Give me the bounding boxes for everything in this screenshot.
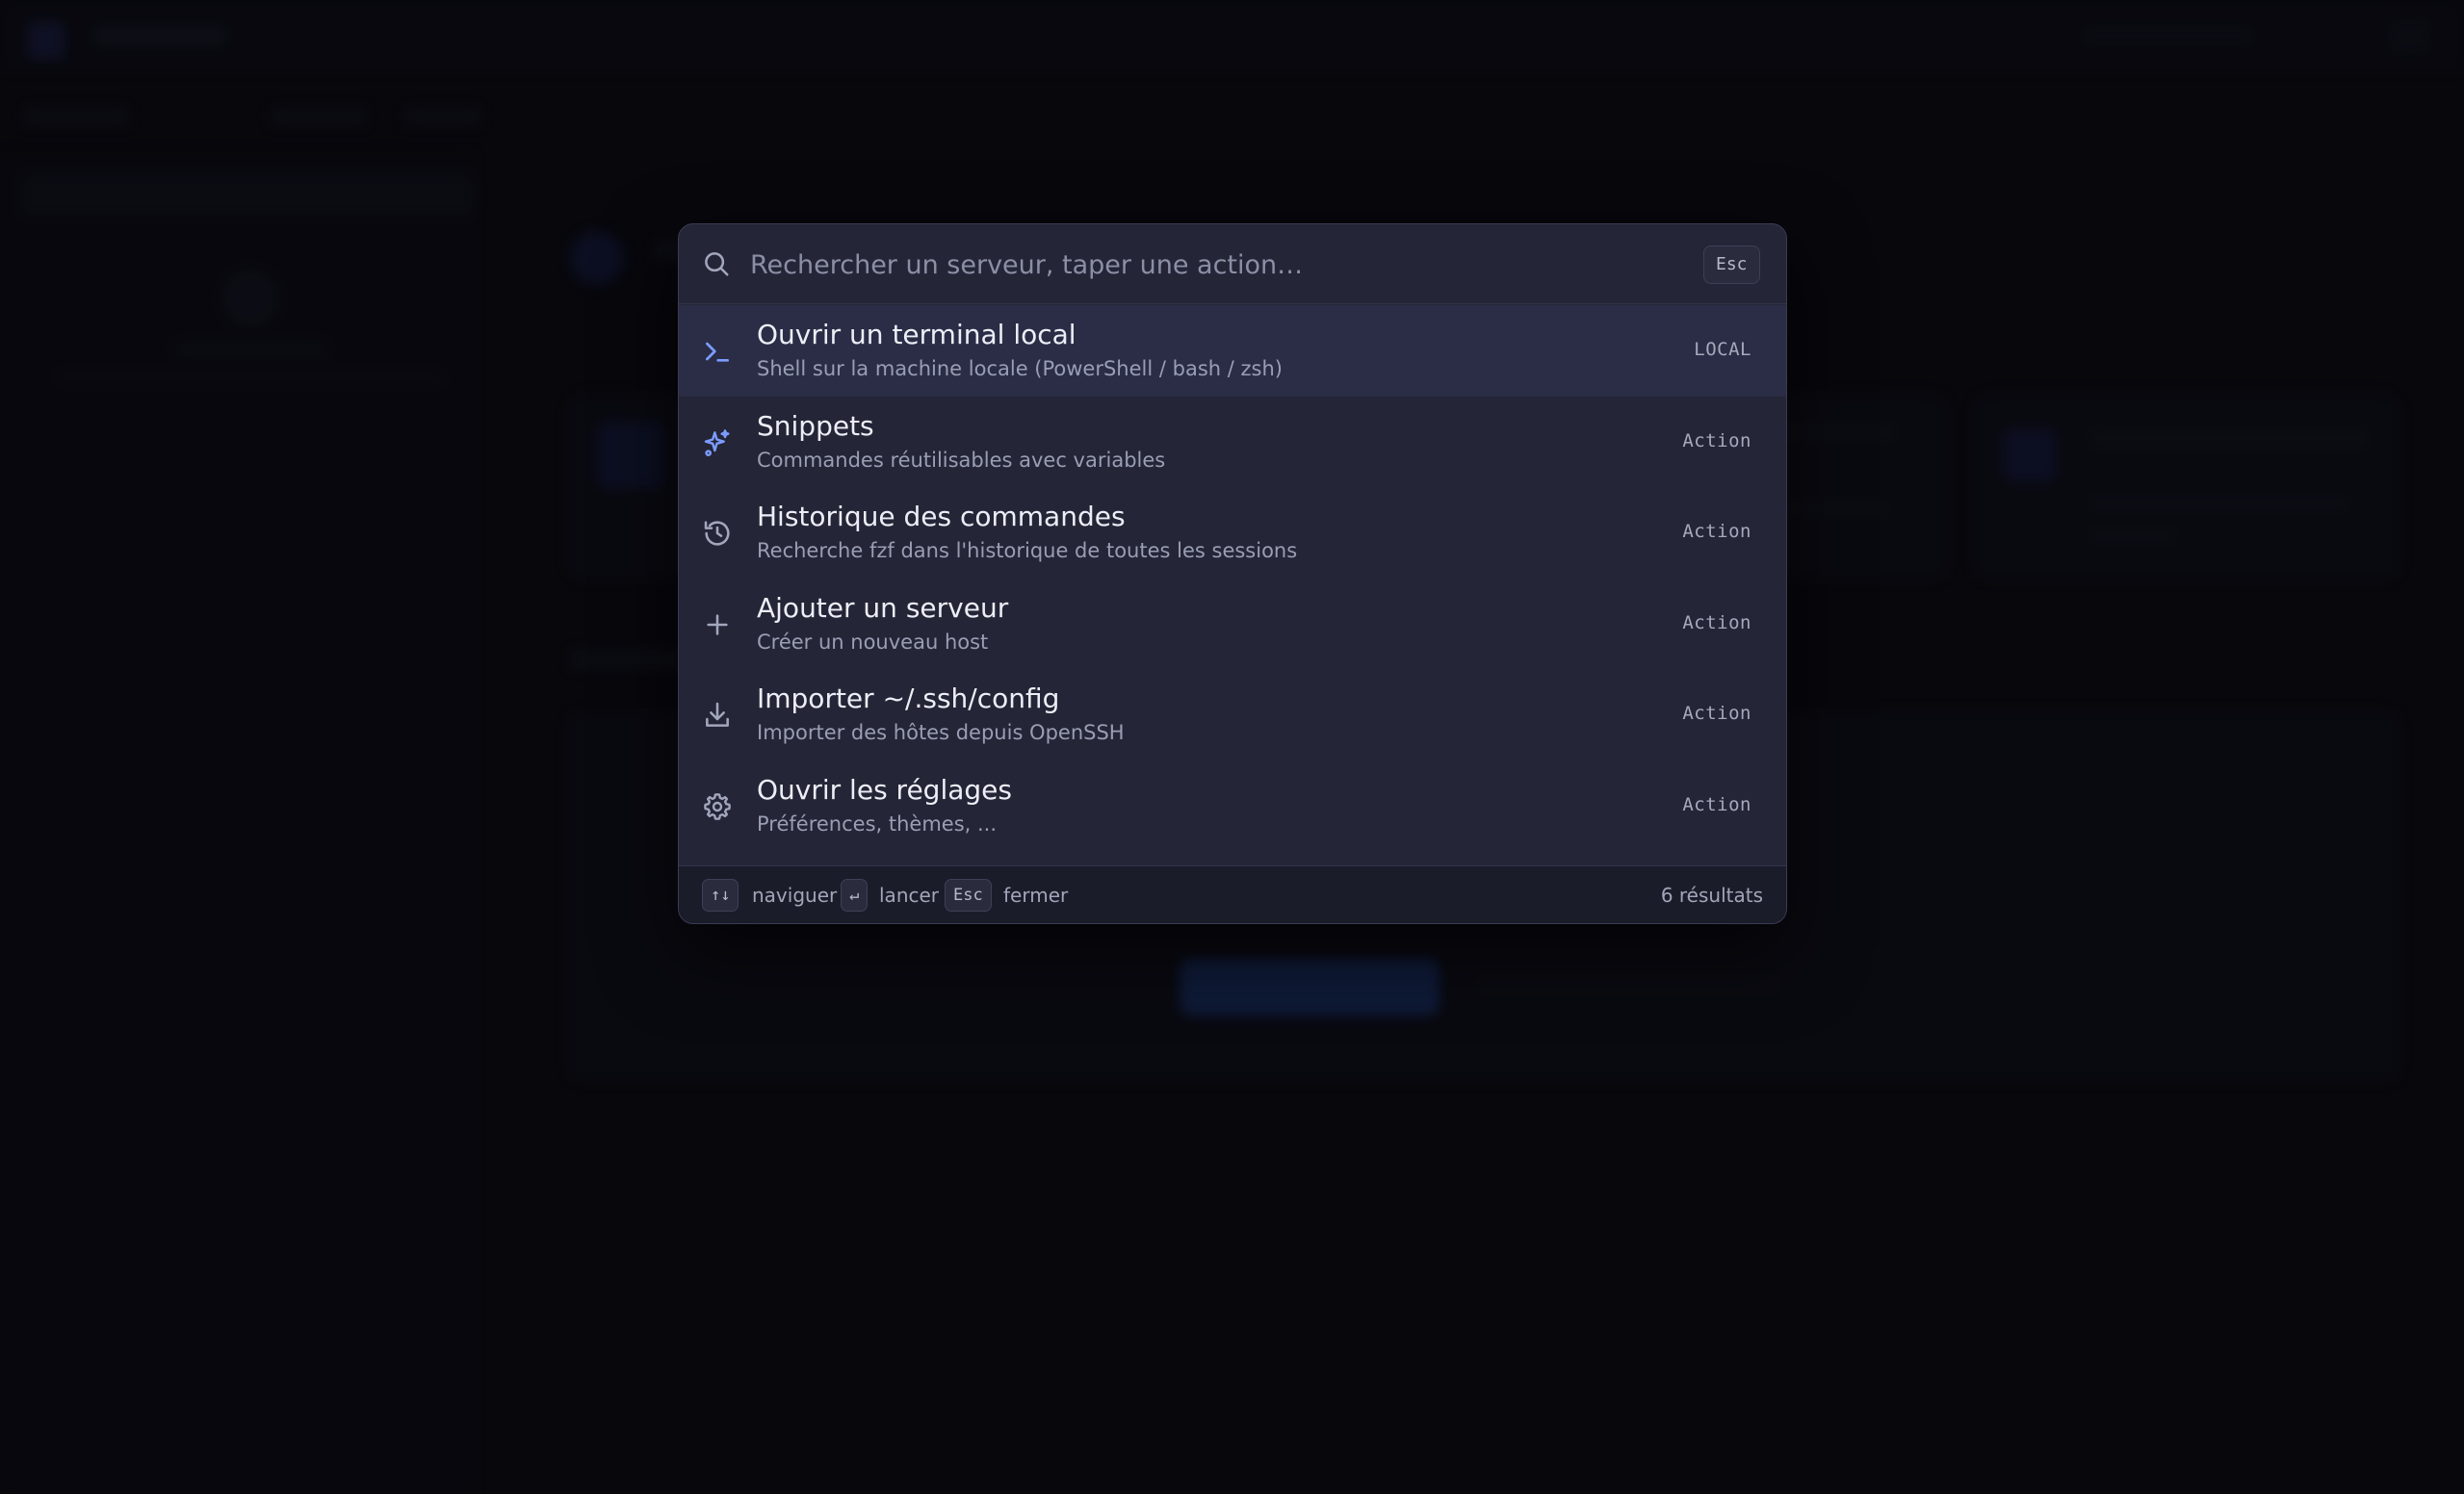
command-palette: Esc Ouvrir un terminal local Shell sur l… xyxy=(678,223,1787,924)
close-hint: fermer xyxy=(1003,884,1069,907)
result-subtitle: Commandes réutilisables avec variables xyxy=(757,448,1166,472)
result-title: Ouvrir les réglages xyxy=(757,773,1012,806)
result-tag: Action xyxy=(1682,429,1751,451)
result-tag: Action xyxy=(1682,703,1751,724)
close-key-badge: Esc xyxy=(945,879,992,912)
result-import-ssh-config[interactable]: Importer ~/.ssh/config Importer des hôte… xyxy=(679,669,1786,760)
download-icon xyxy=(702,700,733,731)
result-subtitle: Préférences, thèmes, ... xyxy=(757,811,998,836)
search-icon xyxy=(702,249,731,278)
results-count: 6 résultats xyxy=(1660,884,1763,907)
result-open-settings[interactable]: Ouvrir les réglages Préférences, thèmes,… xyxy=(679,760,1786,852)
result-title: Snippets xyxy=(757,409,874,442)
terminal-icon xyxy=(702,336,733,367)
search-input[interactable] xyxy=(748,242,1676,288)
result-command-history[interactable]: Historique des commandes Recherche fzf d… xyxy=(679,487,1786,579)
result-title: Ouvrir un terminal local xyxy=(757,319,1076,350)
gear-icon xyxy=(702,791,733,822)
result-open-local-terminal[interactable]: Ouvrir un terminal local Shell sur la ma… xyxy=(679,305,1786,397)
result-subtitle: Shell sur la machine locale (PowerShell … xyxy=(757,357,1283,380)
result-subtitle: Importer des hôtes depuis OpenSSH xyxy=(757,721,1125,744)
result-title: Ajouter un serveur xyxy=(757,591,1009,624)
palette-footer: ↑↓ naviguer ↵ lancer Esc fermer 6 résult… xyxy=(679,865,1786,923)
launch-key-badge: ↵ xyxy=(841,879,869,912)
result-title: Historique des commandes xyxy=(757,501,1126,532)
launch-hint: lancer xyxy=(879,884,940,907)
result-add-server[interactable]: Ajouter un serveur Créer un nouveau host… xyxy=(679,579,1786,670)
result-tag: Action xyxy=(1682,793,1751,815)
search-row: Esc xyxy=(679,224,1786,304)
navigate-hint: naviguer xyxy=(752,884,838,907)
result-tag: Action xyxy=(1682,611,1751,633)
results-list: Ouvrir un terminal local Shell sur la ma… xyxy=(679,305,1786,851)
result-subtitle: Recherche fzf dans l'historique de toute… xyxy=(757,539,1298,562)
history-icon xyxy=(702,518,733,549)
navigate-key-badge: ↑↓ xyxy=(702,879,739,912)
result-subtitle: Créer un nouveau host xyxy=(757,630,989,654)
result-tag: LOCAL xyxy=(1694,339,1751,360)
close-shortcut-badge[interactable]: Esc xyxy=(1703,245,1760,284)
plus-icon xyxy=(702,609,733,640)
sparkles-icon xyxy=(702,427,733,458)
result-title: Importer ~/.ssh/config xyxy=(757,683,1060,714)
result-tag: Action xyxy=(1682,521,1751,542)
result-snippets[interactable]: Snippets Commandes réutilisables avec va… xyxy=(679,397,1786,488)
